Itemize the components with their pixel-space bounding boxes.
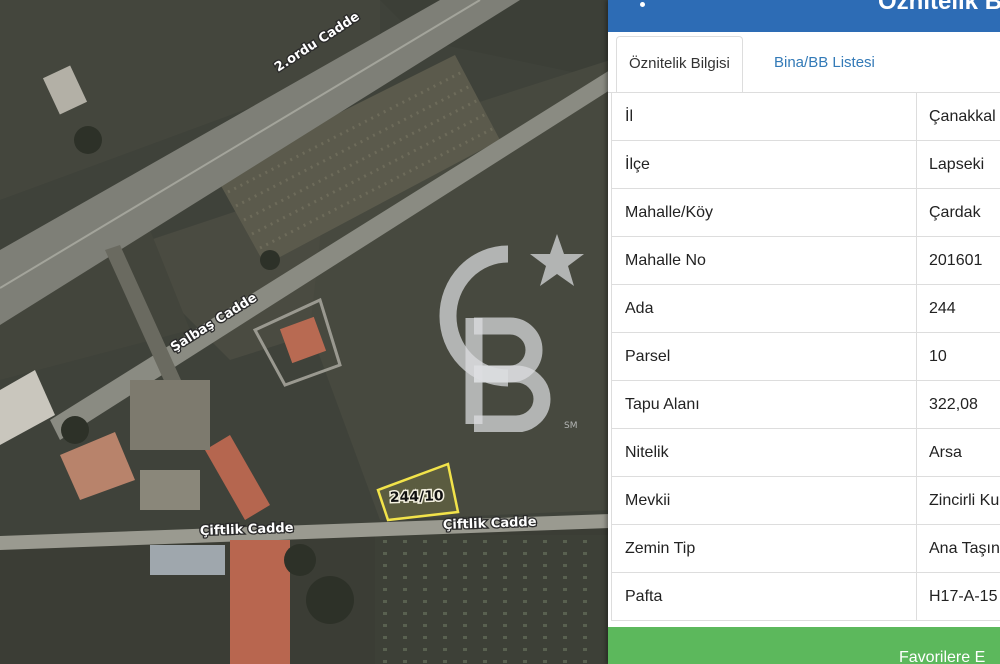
- table-row: Nitelik Arsa: [611, 428, 1000, 477]
- table-row: Pafta H17-A-15: [611, 572, 1000, 621]
- table-row: Mevkii Zincirli Ku: [611, 476, 1000, 525]
- attr-key-il: İl: [611, 92, 917, 141]
- tab-oznitelik-bilgisi[interactable]: Öznitelik Bilgisi: [616, 36, 743, 93]
- panel-tabs: Öznitelik Bilgisi Bina/BB Listesi: [608, 32, 1000, 93]
- orchard-field-south: [375, 535, 610, 664]
- attr-value-mahalle-no: 201601: [916, 236, 1000, 285]
- attr-key-mahalle-no: Mahalle No: [611, 236, 917, 285]
- add-to-favorites-button[interactable]: Favorilere E: [608, 627, 1000, 664]
- tab-bina-bb-listesi[interactable]: Bina/BB Listesi: [762, 36, 887, 91]
- attr-key-nitelik: Nitelik: [611, 428, 917, 477]
- attr-value-mahalle-koy: Çardak: [916, 188, 1000, 237]
- table-row: İlçe Lapseki: [611, 140, 1000, 189]
- table-row: Ada 244: [611, 284, 1000, 333]
- kebab-menu-icon[interactable]: [640, 0, 646, 7]
- attribute-table: İl Çanakkal İlçe Lapseki Mahalle/Köy Çar…: [611, 92, 1000, 621]
- satellite-map[interactable]: 2.ordu Cadde Şalbaş Cadde Çiftlik Cadde …: [0, 0, 610, 664]
- table-row: Tapu Alanı 322,08: [611, 380, 1000, 429]
- panel-header: Öznitelik B: [608, 0, 1000, 32]
- attr-value-pafta: H17-A-15: [916, 572, 1000, 621]
- attribute-panel: Öznitelik B Öznitelik Bilgisi Bina/BB Li…: [608, 0, 1000, 664]
- attr-value-ilce: Lapseki: [916, 140, 1000, 189]
- attr-key-tapu-alani: Tapu Alanı: [611, 380, 917, 429]
- table-row: Zemin Tip Ana Taşın: [611, 524, 1000, 573]
- attr-key-zemin-tip: Zemin Tip: [611, 524, 917, 573]
- table-row: Mahalle/Köy Çardak: [611, 188, 1000, 237]
- table-row: Parsel 10: [611, 332, 1000, 381]
- attr-value-tapu-alani: 322,08: [916, 380, 1000, 429]
- attr-value-il: Çanakkal: [916, 92, 1000, 141]
- attr-key-ada: Ada: [611, 284, 917, 333]
- panel-title: Öznitelik B: [878, 0, 1000, 15]
- attr-key-pafta: Pafta: [611, 572, 917, 621]
- parcel-label[interactable]: 244/10: [388, 487, 446, 508]
- attr-value-zemin-tip: Ana Taşın: [916, 524, 1000, 573]
- attr-key-mevkii: Mevkii: [611, 476, 917, 525]
- attr-key-ilce: İlçe: [611, 140, 917, 189]
- attr-value-parsel: 10: [916, 332, 1000, 381]
- favorites-button-label: Favorilere E: [899, 649, 986, 664]
- table-row: Mahalle No 201601: [611, 236, 1000, 285]
- table-row: İl Çanakkal: [611, 92, 1000, 141]
- attr-key-parsel: Parsel: [611, 332, 917, 381]
- attr-value-mevkii: Zincirli Ku: [916, 476, 1000, 525]
- attr-key-mahalle-koy: Mahalle/Köy: [611, 188, 917, 237]
- attr-value-nitelik: Arsa: [916, 428, 1000, 477]
- attr-value-ada: 244: [916, 284, 1000, 333]
